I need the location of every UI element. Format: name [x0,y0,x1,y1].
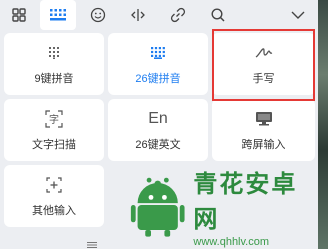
text-scan-icon: 字 [45,108,63,130]
watermark-logo-icon [130,177,185,237]
handwriting-highlight-box [212,29,315,101]
tile-label-cross-screen-input: 跨屏输入 [241,139,286,151]
search-button[interactable] [200,0,236,30]
collapse-keyboard-button[interactable] [280,0,316,30]
emoji-icon [90,7,106,23]
tile-label-text-scan: 文字扫描 [32,139,76,151]
link-icon [170,7,186,23]
site-watermark: 青花安卓网 www.qhhlv.com [128,168,318,248]
cursor-move-icon [131,9,145,21]
chevron-down-icon [291,11,305,19]
emoji-button[interactable] [80,0,116,30]
svg-text:字: 字 [49,113,59,126]
tile-26-key-english[interactable]: En 26键英文 [108,99,208,161]
monitor-icon [255,108,273,130]
watermark-url: www.qhhlv.com [193,236,270,248]
grid-menu-button[interactable] [1,0,37,30]
tile-text-scan[interactable]: 字 文字扫描 [4,99,104,161]
tile-label-9-key-pinyin: 9键拼音 [34,73,74,85]
tile-cross-screen-input[interactable]: 跨屏输入 [212,99,315,161]
watermark-title: 青花安卓网 [193,171,298,233]
cursor-move-button[interactable] [120,0,156,30]
tile-9-key-pinyin[interactable]: 9键拼音 [4,33,104,95]
link-button[interactable] [160,0,196,30]
add-box-icon [46,174,62,196]
nine-key-icon [49,42,59,64]
tile-label-other-input: 其他输入 [32,205,76,217]
keypad-icon [50,9,66,21]
background-app-strip [318,0,328,249]
drag-handle-icon[interactable] [86,236,98,248]
search-icon [211,8,225,22]
grid-menu-icon [12,8,26,22]
full-keyboard-icon [151,42,165,64]
tile-26-key-pinyin[interactable]: 26键拼音 [108,33,208,95]
tile-other-input[interactable]: 其他输入 [4,165,104,227]
english-icon: En [148,110,168,127]
tile-label-26-key-english: 26键英文 [135,139,181,151]
keyboard-toolbar [0,0,318,32]
keypad-button[interactable] [40,0,76,30]
input-method-panel: 9键拼音 26键拼音 手写 字 文字扫描 En 26键英文 跨屏输入 其他输入 … [0,0,318,249]
tile-label-26-key-pinyin: 26键拼音 [135,73,181,85]
watermark-text: 青花安卓网 www.qhhlv.com [193,164,318,248]
